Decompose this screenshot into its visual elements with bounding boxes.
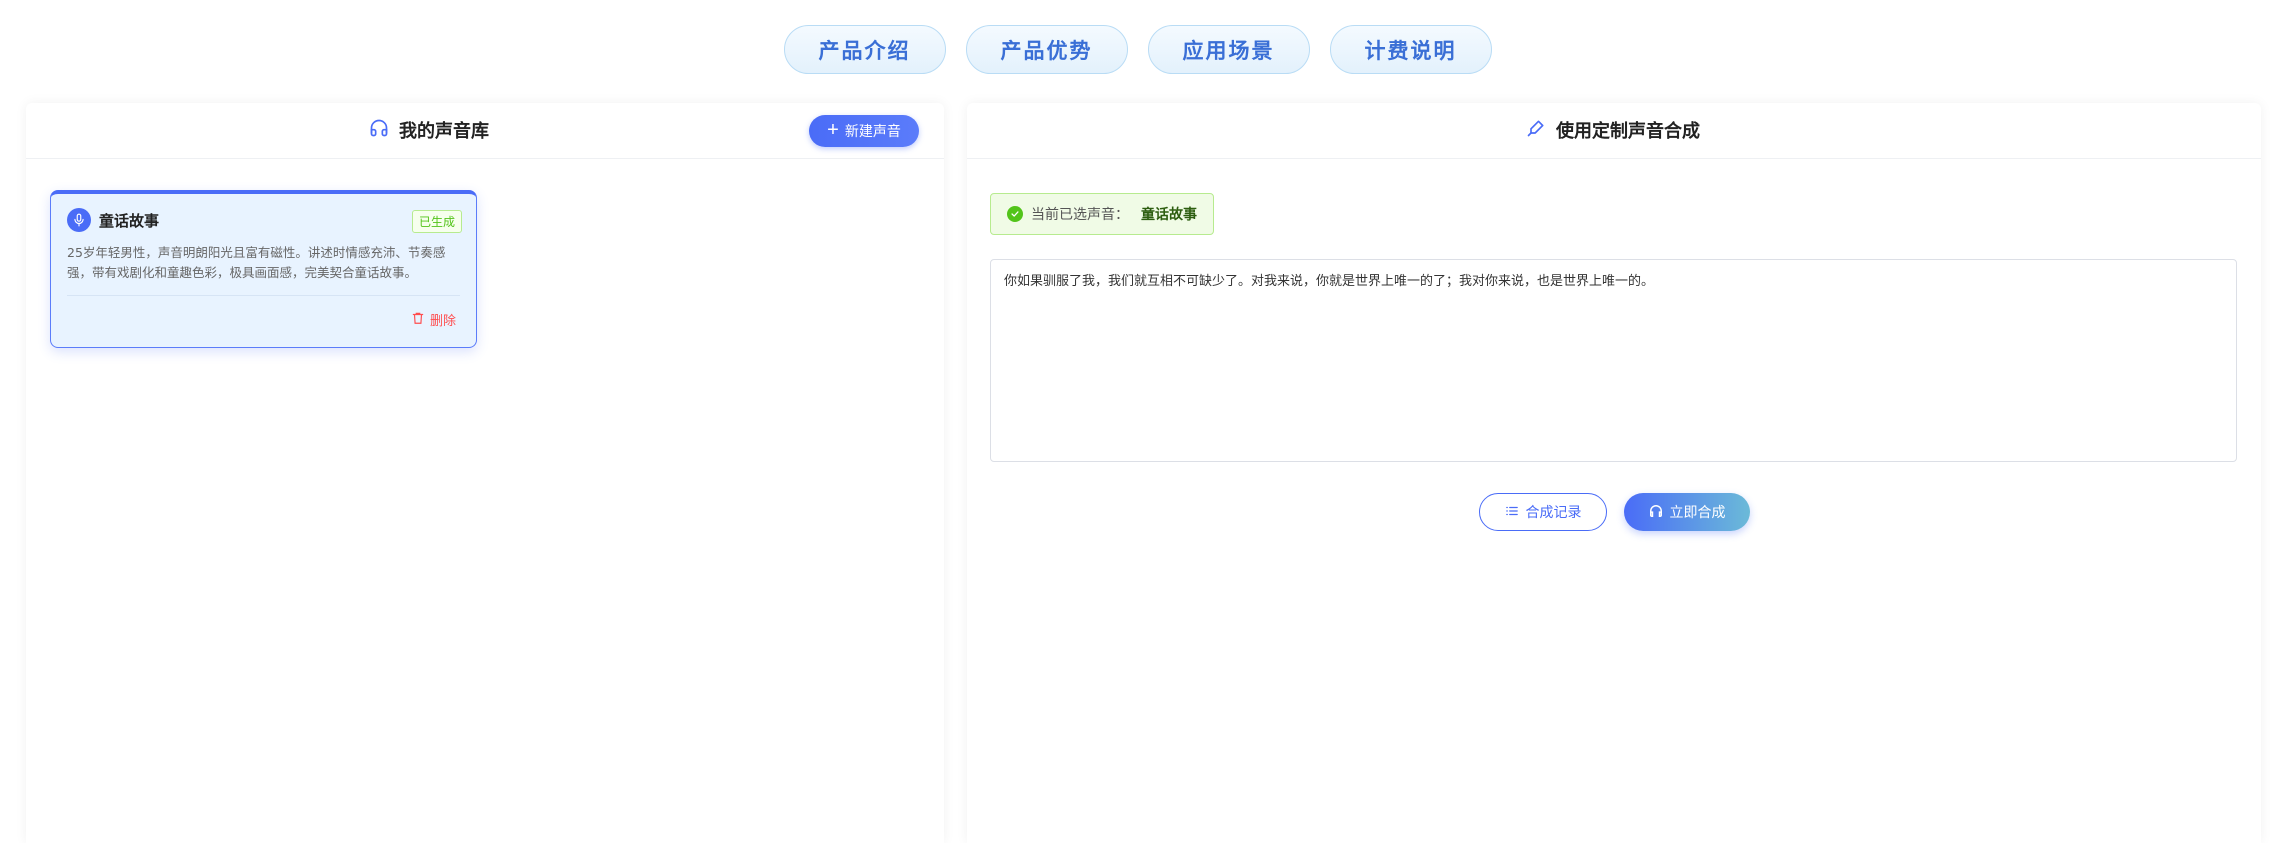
nav-pricing[interactable]: 计费说明 [1329, 25, 1492, 74]
top-nav: 产品介绍 产品优势 应用场景 计费说明 [0, 25, 2275, 74]
headphones-icon [1649, 504, 1663, 521]
headphones-icon [369, 118, 389, 143]
synthesis-title-text: 使用定制声音合成 [1556, 121, 1700, 142]
voice-library-panel: 我的声音库 + 新建声音 童话故事 已生成 25岁年轻男性，声音明朗阳光且富有磁… [26, 103, 944, 843]
synthesis-header: 使用定制声音合成 [967, 103, 2261, 159]
new-voice-label: 新建声音 [844, 123, 901, 139]
history-button[interactable]: 合成记录 [1479, 493, 1607, 531]
voice-library-title: 我的声音库 [369, 117, 489, 143]
selected-voice-name: 童话故事 [1141, 207, 1197, 223]
voice-library-header: 我的声音库 + 新建声音 [26, 103, 944, 159]
voice-card-header: 童话故事 [67, 208, 460, 232]
trash-icon [411, 311, 425, 329]
synthesize-button[interactable]: 立即合成 [1624, 493, 1750, 531]
history-label: 合成记录 [1525, 504, 1582, 520]
check-circle-icon [1007, 206, 1023, 222]
voice-card-description: 25岁年轻男性，声音明朗阳光且富有磁性。讲述时情感充沛、节奏感强，带有戏剧化和童… [67, 245, 446, 280]
plus-icon: + [827, 119, 839, 141]
status-badge: 已生成 [411, 210, 462, 233]
voice-library-title-text: 我的声音库 [399, 121, 489, 142]
synthesis-text-input[interactable] [990, 259, 2237, 462]
synthesize-label: 立即合成 [1669, 504, 1726, 520]
delete-button[interactable]: 删除 [411, 310, 456, 329]
microphone-icon [67, 208, 91, 232]
voice-card[interactable]: 童话故事 已生成 25岁年轻男性，声音明朗阳光且富有磁性。讲述时情感充沛、节奏感… [50, 190, 477, 348]
card-divider [67, 295, 460, 296]
synthesis-actions: 合成记录 立即合成 [1479, 493, 1750, 531]
pen-icon [1526, 118, 1546, 143]
synthesis-title: 使用定制声音合成 [1526, 117, 1700, 143]
delete-label: 删除 [429, 314, 456, 329]
selected-voice-label: 当前已选声音： [1031, 207, 1129, 223]
nav-product-advantages[interactable]: 产品优势 [965, 25, 1128, 74]
voice-card-name: 童话故事 [99, 211, 160, 230]
new-voice-button[interactable]: + 新建声音 [809, 115, 919, 147]
list-icon [1505, 504, 1519, 521]
selected-voice-tag: 当前已选声音： 童话故事 [990, 193, 1214, 235]
nav-use-cases[interactable]: 应用场景 [1147, 25, 1310, 74]
nav-product-intro[interactable]: 产品介绍 [783, 25, 946, 74]
synthesis-panel: 使用定制声音合成 当前已选声音： 童话故事 合成记录 [967, 103, 2261, 843]
